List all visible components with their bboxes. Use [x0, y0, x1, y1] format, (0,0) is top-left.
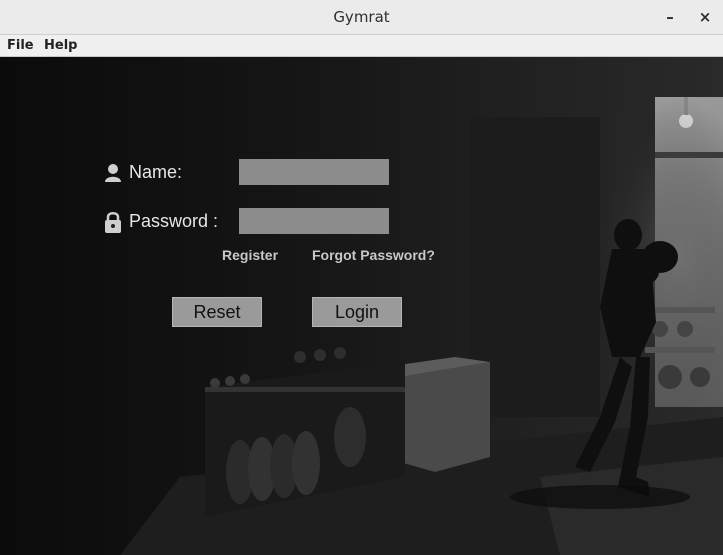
- close-button[interactable]: ×: [690, 0, 720, 35]
- minimize-button[interactable]: –: [655, 0, 685, 35]
- user-icon: [104, 163, 122, 187]
- name-input[interactable]: [239, 159, 389, 185]
- menu-help[interactable]: Help: [44, 35, 77, 56]
- menu-file[interactable]: File: [7, 35, 34, 56]
- app-window: Gymrat – × File Help Name: Password: Re…: [0, 0, 723, 555]
- lock-icon: [104, 210, 122, 238]
- window-title: Gymrat: [333, 8, 390, 26]
- name-label: Name:: [129, 162, 183, 182]
- forgot-password-link[interactable]: Forgot Password?: [312, 247, 435, 263]
- register-link[interactable]: Register: [222, 247, 278, 263]
- password-label: Password :: [129, 211, 219, 231]
- reset-button[interactable]: Reset: [172, 297, 262, 327]
- login-button[interactable]: Login: [312, 297, 402, 327]
- password-input[interactable]: [239, 208, 389, 234]
- menu-bar: File Help: [0, 35, 723, 57]
- title-bar: Gymrat – ×: [0, 0, 723, 35]
